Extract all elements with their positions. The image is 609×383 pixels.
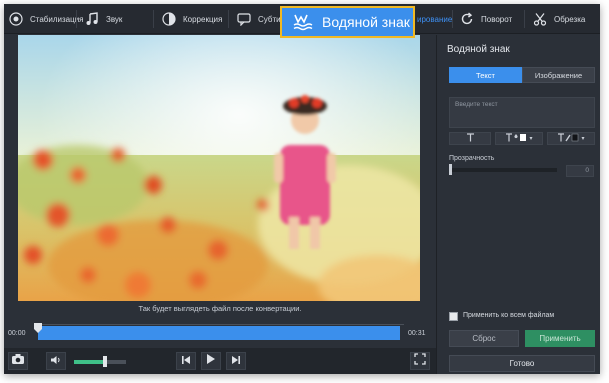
- toolbar-rotate[interactable]: Поворот: [459, 4, 512, 34]
- next-frame-button[interactable]: [226, 352, 246, 370]
- fullscreen-button[interactable]: [410, 352, 430, 370]
- watermark-icon: [292, 11, 314, 33]
- toolbar-label: Звук: [106, 14, 123, 24]
- transparency-slider[interactable]: [449, 168, 557, 172]
- text-color-button[interactable]: ▾: [495, 132, 543, 145]
- toolbar-subtitles[interactable]: Субтит: [236, 4, 284, 34]
- color-correction-icon: [161, 11, 177, 27]
- stabilization-icon: [8, 11, 24, 27]
- apply-button[interactable]: Применить: [525, 330, 595, 347]
- scissors-icon: [532, 11, 548, 27]
- toolbar-sound[interactable]: Звук: [84, 4, 122, 34]
- apply-all-label: Применить ко всем файлам: [463, 312, 555, 319]
- play-button[interactable]: [201, 352, 221, 370]
- toolbar-correction[interactable]: Коррекция: [161, 4, 222, 34]
- volume-slider[interactable]: [74, 360, 126, 364]
- current-time: 00:00: [8, 330, 26, 337]
- toolbar-cropping[interactable]: ирование: [417, 4, 452, 34]
- previous-frame-button[interactable]: [176, 352, 196, 370]
- total-time: 00:31: [408, 330, 426, 337]
- playback-controls: [4, 348, 436, 374]
- watermark-panel: Водяной знак Текст Изображение Введите т…: [436, 35, 600, 374]
- camera-icon: [11, 352, 25, 370]
- volume-slider-handle[interactable]: [103, 356, 108, 367]
- reset-button[interactable]: Сброс: [449, 330, 519, 347]
- video-preview: [18, 35, 420, 301]
- panel-title: Водяной знак: [447, 44, 510, 55]
- toolbar-label: Поворот: [481, 14, 513, 24]
- chevron-down-icon: ▾: [581, 136, 585, 142]
- music-note-icon: [84, 11, 100, 27]
- fullscreen-icon: [414, 352, 426, 370]
- text-format-icon: [466, 133, 475, 144]
- transparency-label: Прозрачность: [449, 155, 495, 162]
- snapshot-button[interactable]: [8, 352, 28, 370]
- playhead-handle[interactable]: [34, 320, 42, 333]
- toolbar-label: ирование: [417, 14, 453, 24]
- tab-text[interactable]: Текст: [449, 67, 522, 83]
- skip-back-icon: [181, 352, 191, 370]
- skip-forward-icon: [231, 352, 241, 370]
- done-button[interactable]: Готово: [449, 355, 595, 372]
- subtitles-icon: [236, 11, 252, 27]
- preview-image: [18, 35, 420, 301]
- text-fill-icon: [505, 133, 527, 144]
- play-icon: [206, 352, 216, 370]
- apply-all-checkbox[interactable]: [449, 312, 458, 321]
- watermark-text-input[interactable]: Введите текст: [449, 97, 595, 128]
- outline-color-button[interactable]: ▾: [547, 132, 595, 145]
- text-outline-icon: [557, 133, 579, 144]
- font-button[interactable]: [449, 132, 491, 145]
- toolbar-watermark-active[interactable]: Водяной знак: [280, 6, 415, 38]
- toolbar-label: Коррекция: [183, 14, 223, 24]
- volume-slider-fill: [74, 360, 106, 364]
- transparency-slider-handle[interactable]: [449, 164, 452, 175]
- toolbar-stabilization[interactable]: Стабилизация: [8, 4, 84, 34]
- toolbar-label: Обрезка: [554, 14, 586, 24]
- volume-button[interactable]: [46, 352, 66, 370]
- tab-image[interactable]: Изображение: [522, 67, 595, 83]
- preview-caption: Так будет выглядеть файл после конвертац…: [138, 304, 302, 313]
- app-window: Стабилизация Звук Коррекция Субтит ирова…: [4, 4, 600, 374]
- transparency-value[interactable]: 0: [566, 165, 594, 177]
- toolbar-trim[interactable]: Обрезка: [532, 4, 585, 34]
- watermark-label: Водяной знак: [322, 14, 410, 30]
- chevron-down-icon: ▾: [529, 136, 533, 142]
- timeline-track: [34, 324, 404, 325]
- timeline-bar[interactable]: [38, 326, 400, 340]
- speaker-icon: [50, 352, 62, 370]
- rotate-icon: [459, 11, 475, 27]
